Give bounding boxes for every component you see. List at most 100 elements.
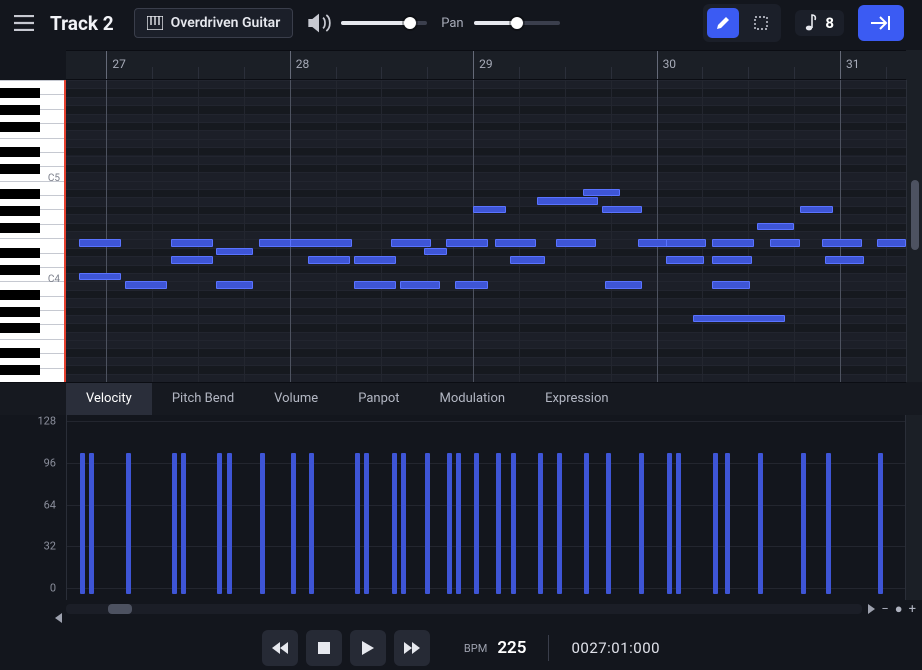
velocity-bar[interactable] — [676, 453, 681, 594]
midi-note[interactable] — [712, 239, 754, 246]
velocity-bar[interactable] — [584, 453, 589, 594]
midi-note[interactable] — [455, 281, 488, 288]
velocity-bar[interactable] — [456, 453, 461, 594]
black-key[interactable] — [0, 223, 40, 233]
fast-forward-button[interactable] — [394, 630, 430, 666]
velocity-bar[interactable] — [126, 453, 131, 594]
black-key[interactable] — [0, 348, 40, 358]
velocity-bar[interactable] — [291, 453, 296, 594]
timeline-ruler[interactable]: 2728293031 — [66, 50, 906, 80]
midi-note[interactable] — [822, 239, 862, 246]
midi-note[interactable] — [877, 239, 906, 246]
midi-note[interactable] — [510, 256, 545, 263]
scroll-left-button[interactable] — [55, 613, 62, 623]
midi-note[interactable] — [216, 248, 253, 255]
black-key[interactable] — [0, 365, 40, 375]
black-key[interactable] — [0, 147, 40, 157]
controller-tab[interactable]: Modulation — [420, 383, 526, 415]
midi-note[interactable] — [537, 197, 598, 204]
velocity-bar[interactable] — [474, 453, 479, 594]
stop-button[interactable] — [306, 630, 342, 666]
vertical-scroll-thumb[interactable] — [911, 180, 919, 250]
selection-tool[interactable] — [745, 8, 777, 38]
playhead-position[interactable]: 0027:01:000 — [571, 639, 660, 657]
midi-note[interactable] — [171, 256, 213, 263]
velocity-bar[interactable] — [713, 453, 718, 594]
velocity-bar[interactable] — [401, 453, 406, 594]
black-key[interactable] — [0, 206, 40, 216]
velocity-bar[interactable] — [511, 453, 516, 594]
black-key[interactable] — [0, 88, 40, 98]
velocity-bar[interactable] — [496, 453, 501, 594]
velocity-bar[interactable] — [355, 453, 360, 594]
velocity-bar[interactable] — [217, 453, 222, 594]
midi-note[interactable] — [666, 239, 706, 246]
rewind-button[interactable] — [262, 630, 298, 666]
midi-note[interactable] — [605, 281, 642, 288]
midi-note[interactable] — [473, 206, 506, 213]
midi-note[interactable] — [354, 281, 396, 288]
velocity-bar[interactable] — [172, 453, 177, 594]
midi-note[interactable] — [171, 239, 213, 246]
midi-note[interactable] — [446, 239, 488, 246]
midi-note[interactable] — [216, 281, 253, 288]
midi-note[interactable] — [79, 273, 121, 280]
snap-setting[interactable]: 8 — [795, 10, 844, 36]
midi-note[interactable] — [757, 223, 794, 230]
velocity-bar[interactable] — [392, 453, 397, 594]
black-key[interactable] — [0, 122, 40, 132]
controller-tab[interactable]: Panpot — [338, 383, 419, 415]
black-key[interactable] — [0, 290, 40, 300]
zoom-in-button[interactable]: + — [909, 602, 916, 617]
velocity-bar[interactable] — [758, 453, 763, 594]
velocity-bar[interactable] — [364, 453, 369, 594]
volume-control[interactable] — [307, 11, 427, 35]
note-grid[interactable] — [66, 80, 906, 382]
piano-keyboard[interactable]: C5C4 — [0, 80, 66, 382]
midi-note[interactable] — [391, 239, 431, 246]
velocity-bar[interactable] — [260, 453, 265, 594]
midi-note[interactable] — [125, 281, 167, 288]
midi-note[interactable] — [800, 206, 833, 213]
controller-tab[interactable]: Velocity — [66, 383, 152, 415]
zoom-reset-button[interactable]: ● — [895, 601, 903, 617]
midi-note[interactable] — [666, 256, 705, 263]
pencil-tool[interactable] — [707, 8, 739, 38]
midi-note[interactable] — [825, 256, 864, 263]
velocity-bar[interactable] — [80, 453, 85, 594]
controller-tab[interactable]: Expression — [525, 383, 629, 415]
velocity-bar[interactable] — [89, 453, 94, 594]
velocity-bar[interactable] — [801, 453, 806, 594]
velocity-bar[interactable] — [557, 453, 562, 594]
zoom-out-button[interactable]: − — [881, 602, 888, 617]
controller-tab[interactable]: Volume — [254, 383, 338, 415]
velocity-bar[interactable] — [425, 453, 430, 594]
menu-icon[interactable] — [12, 11, 36, 35]
play-button[interactable] — [350, 630, 386, 666]
velocity-bar[interactable] — [309, 453, 314, 594]
velocity-bar[interactable] — [447, 453, 452, 594]
instrument-selector[interactable]: Overdriven Guitar — [134, 8, 294, 38]
velocity-bar[interactable] — [725, 453, 730, 594]
horizontal-scroll-thumb[interactable] — [108, 604, 132, 614]
bpm-value[interactable]: 225 — [497, 638, 526, 658]
black-key[interactable] — [0, 105, 40, 115]
vertical-scrollbar[interactable] — [906, 80, 922, 382]
pan-slider[interactable] — [474, 21, 560, 25]
velocity-bar[interactable] — [667, 453, 672, 594]
midi-note[interactable] — [354, 256, 396, 263]
midi-note[interactable] — [400, 281, 440, 288]
midi-note[interactable] — [583, 189, 620, 196]
black-key[interactable] — [0, 189, 40, 199]
velocity-bar[interactable] — [878, 453, 883, 594]
velocity-bar[interactable] — [538, 453, 543, 594]
midi-note[interactable] — [712, 281, 751, 288]
controller-tab[interactable]: Pitch Bend — [152, 383, 254, 415]
midi-note[interactable] — [712, 256, 752, 263]
midi-note[interactable] — [556, 239, 596, 246]
midi-note[interactable] — [308, 256, 350, 263]
black-key[interactable] — [0, 323, 40, 333]
black-key[interactable] — [0, 164, 40, 174]
midi-note[interactable] — [79, 239, 121, 246]
velocity-bar[interactable] — [826, 453, 831, 594]
